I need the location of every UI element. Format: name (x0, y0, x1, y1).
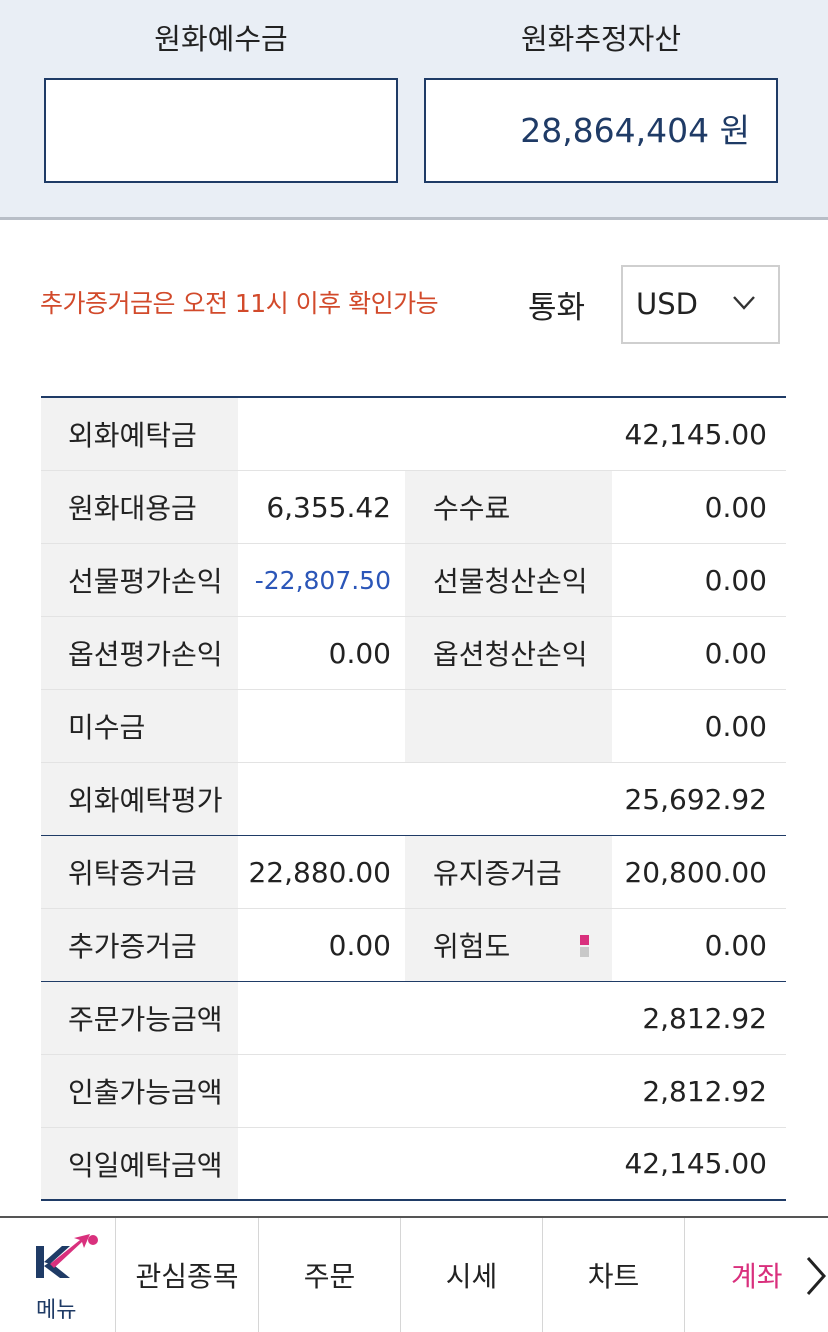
table-row: 미수금 0.00 (41, 690, 786, 763)
maintenance-margin-value: 20,800.00 (624, 855, 767, 889)
krw-deposit-panel: 원화예수금 (44, 0, 398, 183)
krw-substitute-value: 6,355.42 (266, 490, 391, 524)
fee-label: 수수료 (405, 471, 612, 543)
unpaid-empty-cell (238, 690, 405, 762)
currency-select[interactable]: USD (621, 265, 780, 344)
next-day-deposit-label: 익일예탁금액 (41, 1128, 238, 1199)
initial-margin-value: 22,880.00 (248, 855, 391, 889)
futures-settle-pl-label: 선물청산손익 (405, 544, 612, 616)
table-row: 위탁증거금 22,880.00 유지증거금 20,800.00 (41, 836, 786, 909)
futures-settle-pl-value: 0.00 (704, 563, 767, 597)
table-row: 익일예탁금액 42,145.00 (41, 1128, 786, 1201)
chevron-right-icon[interactable] (800, 1254, 828, 1298)
orderable-amount-value: 2,812.92 (642, 1001, 767, 1035)
futures-eval-pl-value: -22,807.50 (254, 565, 391, 595)
nav-tab-order[interactable]: 주문 (259, 1218, 401, 1332)
next-day-deposit-value: 42,145.00 (624, 1147, 767, 1180)
foreign-deposit-value: 42,145.00 (624, 417, 767, 451)
k-logo-icon (36, 1234, 98, 1278)
unpaid-empty-header (405, 690, 612, 762)
table-row: 외화예탁평가 25,692.92 (41, 763, 786, 836)
nav-tab-quotes[interactable]: 시세 (401, 1218, 543, 1332)
risk-level-indicator (580, 935, 589, 957)
menu-label: 메뉴 (36, 1298, 77, 1323)
currency-label: 통화 (528, 290, 586, 326)
currency-selected-value: USD (636, 287, 698, 321)
unpaid-label: 미수금 (41, 690, 238, 762)
orderable-amount-label: 주문가능금액 (41, 982, 238, 1054)
menu-button[interactable]: 메뉴 (0, 1218, 116, 1332)
table-row: 추가증거금 0.00 위험도 0.00 (41, 909, 786, 982)
risk-value: 0.00 (704, 928, 767, 962)
additional-margin-notice: 추가증거금은 오전 11시 이후 확인가능 (40, 289, 439, 318)
bottom-nav: 메뉴 관심종목 주문 시세 차트 계좌 (0, 1216, 828, 1332)
futures-eval-pl-label: 선물평가손익 (41, 544, 238, 616)
table-row: 외화예탁금 42,145.00 (41, 398, 786, 471)
fee-value: 0.00 (704, 490, 767, 524)
krw-substitute-label: 원화대용금 (41, 471, 238, 543)
options-eval-pl-label: 옵션평가손익 (41, 617, 238, 689)
table-row: 선물평가손익 -22,807.50 선물청산손익 0.00 (41, 544, 786, 617)
account-detail-table: 외화예탁금 42,145.00 원화대용금 6,355.42 수수료 0.00 … (41, 396, 786, 1201)
chevron-down-icon (733, 296, 755, 310)
krw-deposit-label: 원화예수금 (154, 22, 288, 56)
withdrawable-amount-value: 2,812.92 (642, 1074, 767, 1108)
krw-estimated-assets-value: 28,864,404 원 (424, 78, 778, 183)
unpaid-value: 0.00 (704, 709, 767, 743)
initial-margin-label: 위탁증거금 (41, 836, 238, 908)
krw-estimated-assets-label: 원화추정자산 (520, 22, 682, 56)
table-row: 원화대용금 6,355.42 수수료 0.00 (41, 471, 786, 544)
additional-margin-label: 추가증거금 (41, 909, 238, 981)
table-row: 옵션평가손익 0.00 옵션청산손익 0.00 (41, 617, 786, 690)
krw-estimated-assets-panel: 원화추정자산 28,864,404 원 (424, 0, 778, 183)
options-settle-pl-label: 옵션청산손익 (405, 617, 612, 689)
options-settle-pl-value: 0.00 (704, 636, 767, 670)
asset-summary: 원화예수금 원화추정자산 28,864,404 원 (0, 0, 828, 220)
withdrawable-amount-label: 인출가능금액 (41, 1055, 238, 1127)
table-row: 인출가능금액 2,812.92 (41, 1055, 786, 1128)
foreign-deposit-eval-label: 외화예탁평가 (41, 763, 238, 835)
nav-tab-watchlist[interactable]: 관심종목 (116, 1218, 259, 1332)
foreign-deposit-label: 외화예탁금 (41, 398, 238, 470)
maintenance-margin-label: 유지증거금 (405, 836, 612, 908)
nav-tab-chart[interactable]: 차트 (543, 1218, 685, 1332)
krw-deposit-value (44, 78, 398, 183)
table-row: 주문가능금액 2,812.92 (41, 982, 786, 1055)
options-eval-pl-value: 0.00 (328, 636, 391, 670)
additional-margin-value: 0.00 (328, 928, 391, 962)
foreign-deposit-eval-value: 25,692.92 (624, 782, 767, 816)
